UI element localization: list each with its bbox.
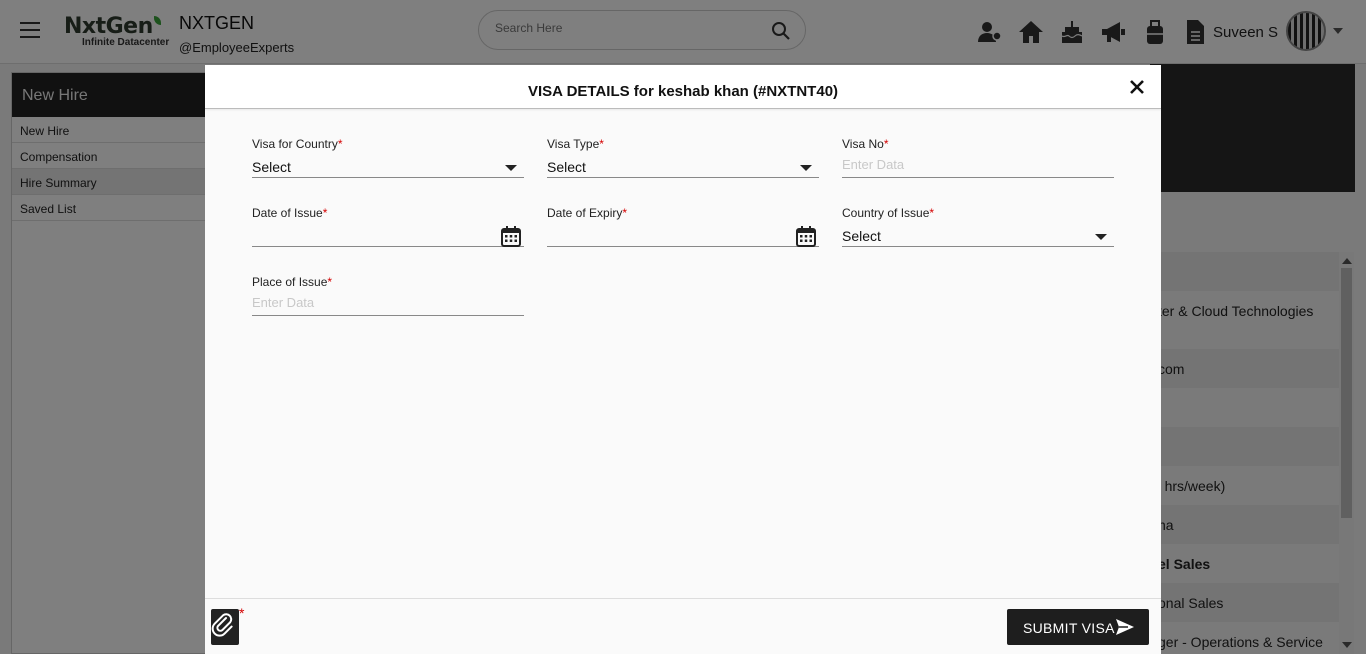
- visa-type-value: Select: [547, 159, 586, 175]
- visa-country-label: Visa for Country: [252, 137, 338, 151]
- required-mark: *: [929, 206, 935, 220]
- calendar-icon[interactable]: [500, 225, 522, 247]
- date-of-expiry-field: Date of Expiry*: [547, 206, 819, 247]
- visa-country-select[interactable]: Select: [252, 156, 524, 178]
- visa-country-value: Select: [252, 159, 291, 175]
- date-of-issue-label: Date of Issue: [252, 206, 323, 220]
- country-of-issue-field: Country of Issue* Select: [842, 206, 1114, 247]
- required-mark: *: [599, 137, 604, 151]
- country-of-issue-value: Select: [842, 228, 881, 244]
- dialog-title: VISA DETAILS for keshab khan (#NXTNT40): [527, 83, 839, 100]
- date-of-expiry-label: Date of Expiry: [547, 206, 623, 220]
- date-of-issue-field: Date of Issue*: [252, 206, 524, 247]
- caret-down-icon[interactable]: [800, 165, 812, 171]
- caret-down-icon[interactable]: [1095, 234, 1107, 240]
- visa-no-label: Visa No: [842, 137, 884, 151]
- visa-type-label: Visa Type: [547, 137, 600, 151]
- visa-no-input[interactable]: [842, 157, 1082, 172]
- date-of-expiry-input[interactable]: [547, 225, 819, 247]
- submit-visa-button[interactable]: SUBMIT VISA: [1007, 609, 1149, 645]
- visa-type-field: Visa Type* Select: [547, 137, 819, 178]
- submit-visa-label: SUBMIT VISA: [1023, 620, 1115, 636]
- required-mark: *: [322, 206, 328, 220]
- calendar-icon[interactable]: [795, 225, 817, 247]
- send-icon: [1116, 619, 1134, 635]
- paperclip-icon: [211, 613, 233, 637]
- place-of-issue-label: Place of Issue: [252, 275, 328, 289]
- visa-type-select[interactable]: Select: [547, 156, 819, 178]
- close-icon[interactable]: [1129, 79, 1145, 95]
- required-mark: *: [622, 206, 628, 220]
- required-mark: *: [337, 137, 343, 151]
- attachment-required-mark: *: [239, 605, 245, 621]
- country-of-issue-select[interactable]: Select: [842, 225, 1114, 247]
- place-of-issue-field: Place of Issue*: [252, 275, 524, 316]
- required-mark: *: [327, 275, 333, 289]
- dialog-footer: * SUBMIT VISA: [205, 598, 1161, 654]
- caret-down-icon[interactable]: [505, 165, 517, 171]
- visa-details-dialog: VISA DETAILS for keshab khan (#NXTNT40) …: [205, 65, 1161, 654]
- required-mark: *: [883, 137, 889, 151]
- place-of-issue-input[interactable]: [252, 295, 492, 310]
- dialog-header: VISA DETAILS for keshab khan (#NXTNT40): [205, 65, 1161, 109]
- visa-no-field: Visa No*: [842, 137, 1114, 178]
- attach-button[interactable]: [211, 609, 239, 645]
- visa-country-field: Visa for Country* Select: [252, 137, 524, 178]
- date-of-issue-input[interactable]: [252, 225, 524, 247]
- country-of-issue-label: Country of Issue: [842, 206, 930, 220]
